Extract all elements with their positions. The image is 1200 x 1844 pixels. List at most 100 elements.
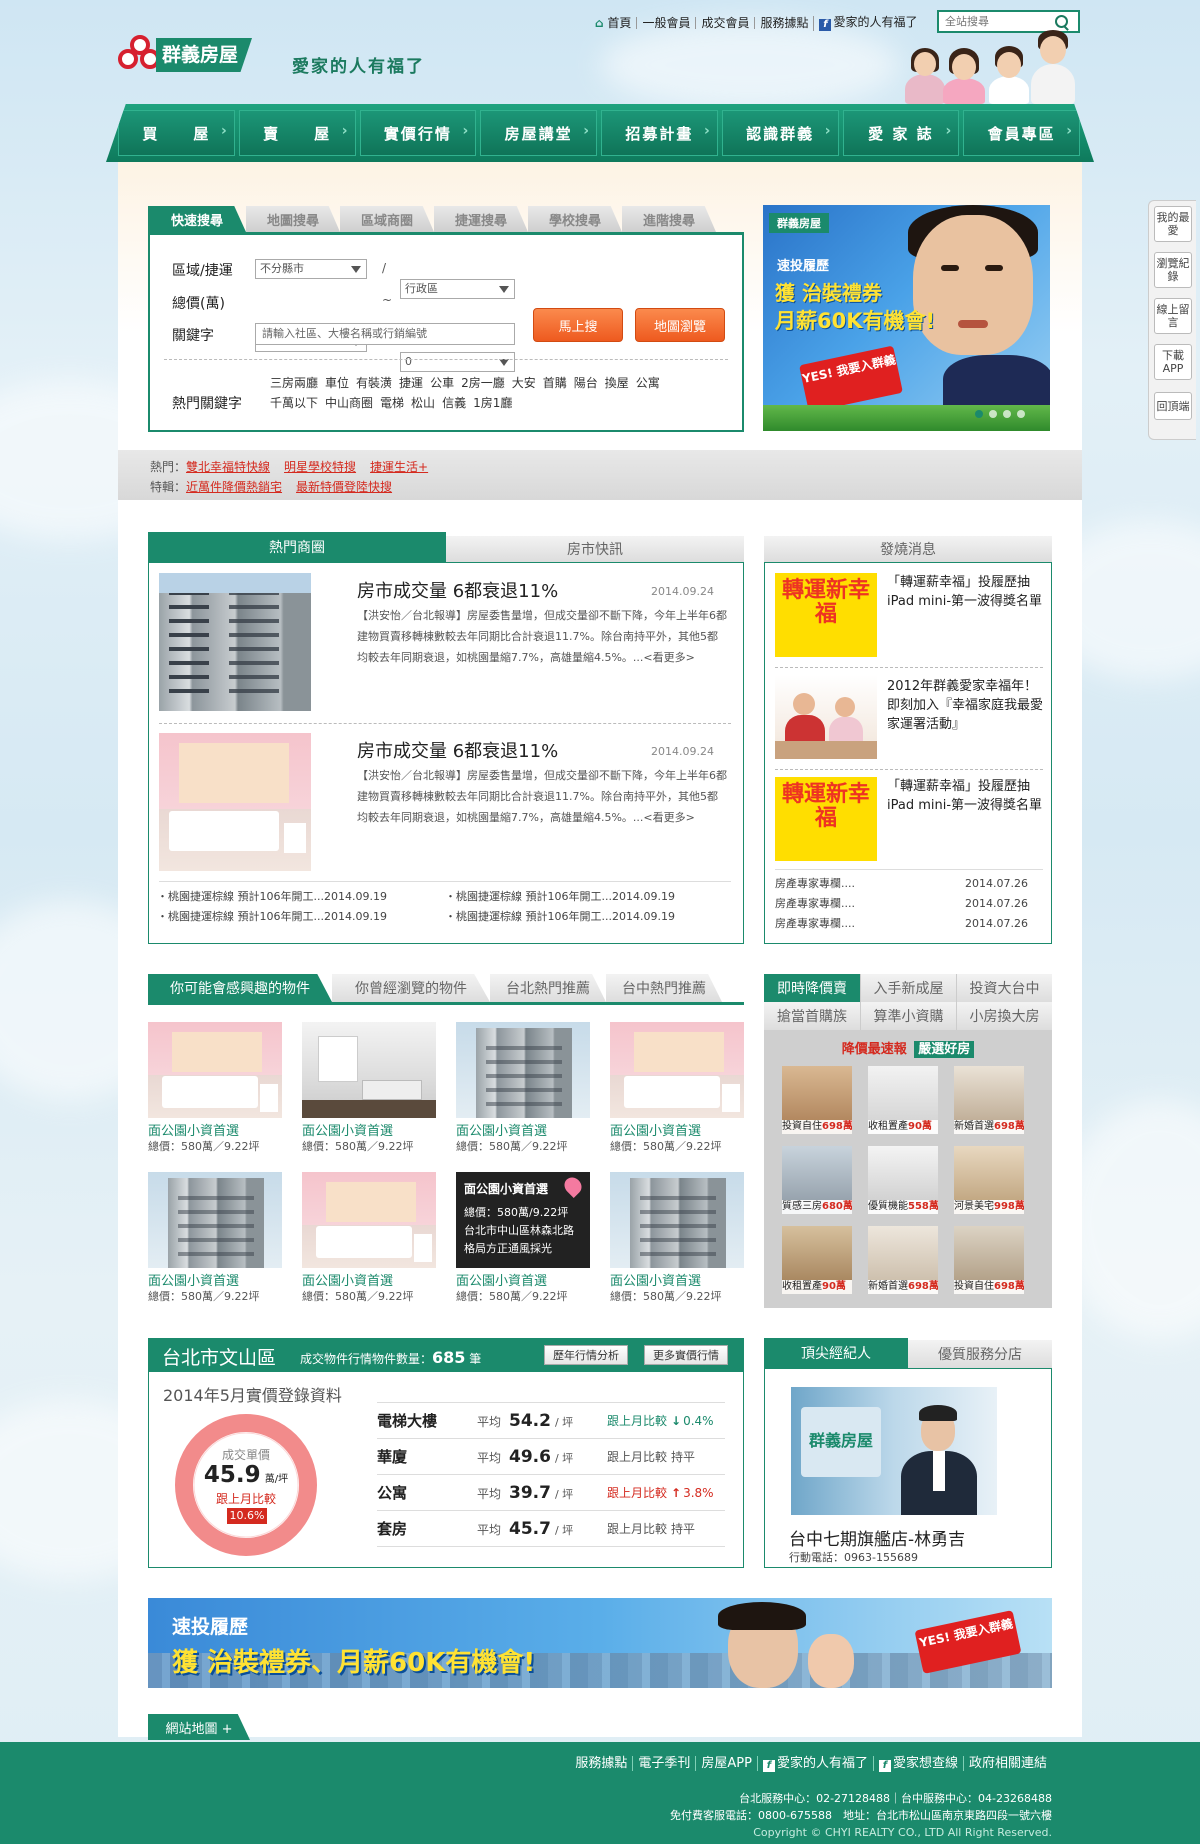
property-name[interactable]: 面公園小資首選 (148, 1120, 239, 1139)
property-image[interactable] (148, 1172, 282, 1268)
hot-link-3[interactable]: 捷運生活+ (370, 460, 428, 474)
favorite-heart-icon[interactable] (560, 1173, 586, 1199)
pricecut-tile[interactable]: 新婚首選698萬 (868, 1226, 938, 1294)
hot-keyword[interactable]: 換屋 (605, 376, 629, 390)
fortune-image[interactable]: 轉運新幸福 (775, 777, 877, 861)
hot-keyword[interactable]: 三房兩廳 (270, 376, 318, 390)
pricecut-tile[interactable]: 質感三房680萬 (782, 1146, 852, 1214)
history-analysis-button[interactable]: 歷年行情分析 (544, 1345, 628, 1365)
property-image[interactable]: 面公園小資首選 總價：580萬/9.22坪 台北市中山區林森北路 格局方正通風採光 (456, 1172, 590, 1268)
float-history[interactable]: 瀏覽紀錄 (1154, 252, 1192, 288)
tab-top-branch[interactable]: 優質服務分店 (908, 1340, 1052, 1368)
hot-keyword[interactable]: 2房一廳 (461, 376, 505, 390)
property-name[interactable]: 面公園小資首選 (302, 1270, 393, 1289)
hot-keyword[interactable]: 松山 (411, 396, 435, 410)
feature-link-2[interactable]: 最新特價登陸快搜 (296, 480, 392, 494)
property-name[interactable]: 面公園小資首選 (610, 1120, 701, 1139)
hot-keyword[interactable]: 首購 (543, 376, 567, 390)
pager-dot[interactable] (975, 410, 983, 418)
news-list-item[interactable]: ・桃園捷運棕線 預計106年開工...2014.09.19 (157, 908, 387, 926)
tab-browsed[interactable]: 你曾經瀏覽的物件 (332, 974, 490, 1002)
side-news-item[interactable]: 「轉運薪幸福」投履歷抽iPad mini-第一波得獎名單 (887, 777, 1043, 815)
tab-map-search[interactable]: 地圖搜尋 (246, 206, 340, 232)
tab-first-buyer[interactable]: 搶當首購族 (764, 1002, 860, 1030)
tab-upgrade[interactable]: 小房換大房 (956, 1002, 1052, 1030)
tab-interested[interactable]: 你可能會感興趣的物件 (148, 974, 332, 1002)
keyword-input[interactable]: 請輸入社區、大樓名稱或行銷編號 (255, 323, 515, 345)
hot-link-2[interactable]: 明星學校特搜 (284, 460, 356, 474)
price-to-select[interactable]: 0 (400, 352, 515, 372)
top-link-member[interactable]: 一般會員 (636, 17, 695, 29)
footer-link-facebook-2[interactable]: f 愛家想查線 (872, 1756, 963, 1772)
property-name[interactable]: 面公園小資首選 (302, 1120, 393, 1139)
tab-invest-taichung[interactable]: 投資大台中 (956, 974, 1052, 1002)
side-list-item[interactable]: 房產專家專欄.... (775, 915, 855, 933)
pricecut-tile[interactable]: 河景美宅998萬 (954, 1146, 1024, 1214)
property-image[interactable] (302, 1172, 436, 1268)
news-image-building[interactable] (159, 573, 311, 711)
property-image[interactable] (302, 1022, 436, 1118)
agent-photo[interactable]: 群義房屋 (791, 1387, 997, 1515)
pricecut-tile[interactable]: 投資自住698萬 (954, 1226, 1024, 1294)
side-news-item[interactable]: 「轉運薪幸福」投履歷抽iPad mini-第一波得獎名單 (887, 573, 1043, 611)
agent-name[interactable]: 台中七期旗艦店-林勇吉 (789, 1525, 965, 1550)
top-link-facebook[interactable]: f 愛家的人有福了 (813, 15, 922, 31)
nav-magazine[interactable]: 愛 家 誌 (842, 110, 960, 156)
pricecut-tile[interactable]: 新婚首選698萬 (954, 1066, 1024, 1134)
pricecut-tile[interactable]: 收租置產90萬 (868, 1066, 938, 1134)
news-list-item[interactable]: ・桃園捷運棕線 預計106年開工...2014.09.19 (445, 888, 675, 906)
pricecut-tile[interactable]: 優質機能558萬 (868, 1146, 938, 1214)
hot-keyword[interactable]: 1房1廳 (473, 396, 512, 410)
hot-keyword[interactable]: 陽台 (574, 376, 598, 390)
nav-buy[interactable]: 買 屋 (118, 110, 235, 156)
pager-dot[interactable] (989, 410, 997, 418)
recruit-banner[interactable]: 群義房屋 速投履歷 獲 治裝禮券 月薪60K有機會! YES! 我要入群義 (763, 205, 1050, 431)
top-link-home[interactable]: ⌂ 首頁 (590, 17, 636, 29)
family-study-image[interactable] (775, 675, 877, 759)
tab-price-cut[interactable]: 即時降價賣 (764, 974, 860, 1002)
news-image-bedroom[interactable] (159, 733, 311, 871)
pricecut-tile[interactable]: 投資自住698萬 (782, 1066, 852, 1134)
site-search-input[interactable] (939, 12, 1054, 31)
hot-keyword[interactable]: 公車 (430, 376, 454, 390)
hot-keyword[interactable]: 電梯 (380, 396, 404, 410)
property-image[interactable] (610, 1172, 744, 1268)
nav-recruit[interactable]: 招募計畫 (601, 110, 718, 156)
tab-advanced-search[interactable]: 進階搜尋 (622, 206, 716, 232)
county-select[interactable]: 不分縣市 (255, 259, 367, 279)
hot-keyword[interactable]: 車位 (325, 376, 349, 390)
tab-new-house[interactable]: 入手新成屋 (860, 974, 956, 1002)
side-list-item[interactable]: 房產專家專欄.... (775, 875, 855, 893)
fortune-image[interactable]: 轉運新幸福 (775, 573, 877, 657)
top-link-branches[interactable]: 服務據點 (754, 17, 813, 29)
news-title[interactable]: 房市成交量 6都衰退11% (357, 737, 558, 763)
side-list-item[interactable]: 房產專家專欄.... (775, 895, 855, 913)
hot-keyword[interactable]: 千萬以下 (270, 396, 318, 410)
footer-link-gov[interactable]: 政府相關連結 (962, 1756, 1052, 1771)
hot-keyword[interactable]: 中山商圈 (325, 396, 373, 410)
tab-market-news[interactable]: 房市快訊 (446, 536, 744, 562)
tab-top-agent[interactable]: 頂尖經紀人 (764, 1338, 908, 1368)
property-image[interactable] (148, 1022, 282, 1118)
hot-keyword[interactable]: 捷運 (399, 376, 423, 390)
hot-keyword[interactable]: 公寓 (636, 376, 660, 390)
float-back-top[interactable]: 回頂端 (1154, 392, 1192, 420)
recruit-banner-wide[interactable]: 速投履歷 獲 治裝禮券、月薪60K有機會! YES! 我要入群義 (148, 1598, 1052, 1688)
tab-mrt-search[interactable]: 捷運搜尋 (434, 206, 528, 232)
tab-quick-search[interactable]: 快速搜尋 (148, 206, 246, 232)
pager-dot[interactable] (1017, 410, 1025, 418)
property-name[interactable]: 面公園小資首選 (610, 1270, 701, 1289)
property-image[interactable] (456, 1022, 590, 1118)
pricecut-tile[interactable]: 收租置產90萬 (782, 1226, 852, 1294)
district-select[interactable]: 行政區 (400, 279, 515, 299)
hot-keyword[interactable]: 信義 (442, 396, 466, 410)
top-link-deal-member[interactable]: 成交會員 (695, 17, 754, 29)
search-icon[interactable] (1054, 14, 1070, 30)
nav-about[interactable]: 認識群義 (721, 110, 839, 156)
tab-taipei-hot[interactable]: 台北熱門推薦 (490, 974, 606, 1002)
footer-link-facebook[interactable]: f 愛家的人有福了 (756, 1756, 873, 1772)
footer-link-app[interactable]: 房屋APP (695, 1756, 757, 1771)
tab-budget-buy[interactable]: 算準小資購 (860, 1002, 956, 1030)
news-title[interactable]: 房市成交量 6都衰退11% (357, 577, 558, 603)
hot-keyword[interactable]: 有裝潢 (356, 376, 392, 390)
